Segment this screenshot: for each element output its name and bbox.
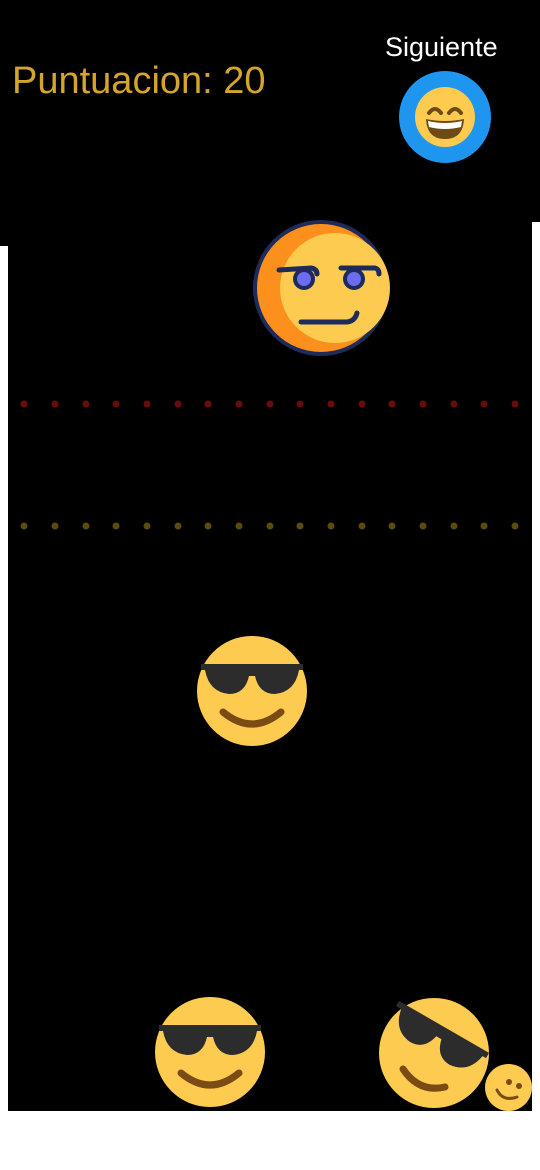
tilted-sunglasses-face-icon <box>379 998 490 1108</box>
grinning-face-icon <box>415 87 475 147</box>
next-piece-button[interactable] <box>399 71 491 163</box>
next-label: Siguiente <box>385 32 498 62</box>
field-border <box>0 222 8 246</box>
smirk-face-icon <box>253 220 390 356</box>
red-dotted-line <box>0 399 540 409</box>
settled-piece <box>197 636 307 751</box>
settled-piece <box>379 997 491 1114</box>
settled-piece <box>155 997 265 1112</box>
sunglasses-face-icon <box>155 997 265 1107</box>
score-label: Puntuacion: 20 <box>12 60 266 102</box>
sunglasses-face-icon <box>197 636 307 746</box>
yellow-dotted-line <box>0 521 540 531</box>
small-smile-face-icon <box>485 1064 532 1111</box>
settled-piece <box>485 1064 532 1116</box>
falling-piece[interactable] <box>251 218 391 363</box>
